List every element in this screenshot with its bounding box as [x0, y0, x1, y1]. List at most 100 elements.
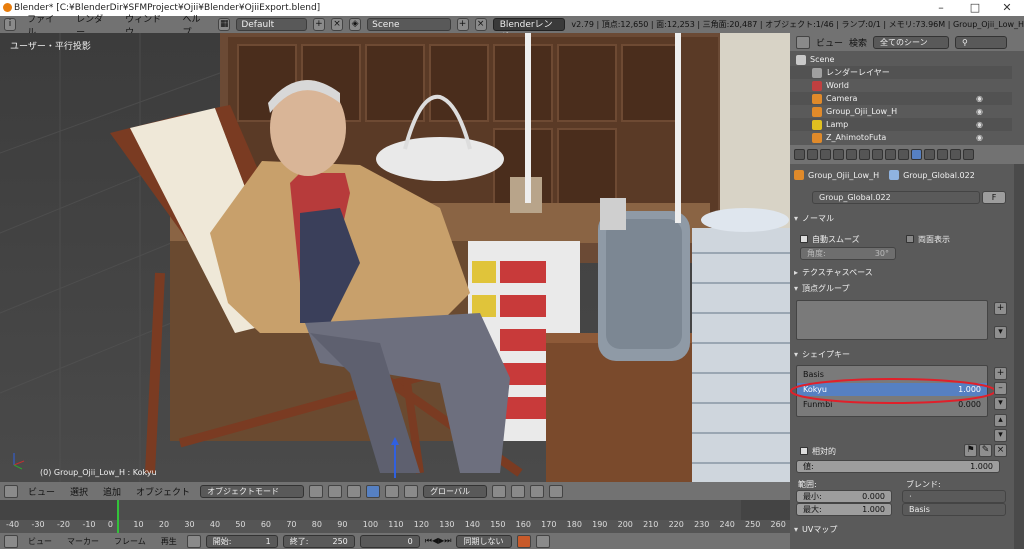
scene-selector[interactable]: Scene	[367, 18, 451, 31]
mesh-name-field[interactable]: Group_Global.022	[812, 191, 980, 204]
menu-playback[interactable]: 再生	[156, 536, 182, 547]
outliner-editor-icon[interactable]	[796, 35, 810, 49]
manipulator-icon[interactable]	[347, 484, 362, 498]
properties-tab[interactable]	[833, 149, 844, 160]
timeline[interactable]: -40 -30 -20 -10 0 10 20 30 40 50 60 70 80 90 100 110 120…	[0, 500, 790, 533]
orientation-selector[interactable]: グローバル	[423, 484, 488, 498]
shape-key-down-button[interactable]: ▾	[994, 429, 1007, 442]
menu-view[interactable]: ビュー	[23, 485, 60, 498]
minimize-button[interactable]: –	[924, 0, 958, 16]
outliner-view-menu[interactable]: ビュー	[816, 36, 843, 49]
properties-tab[interactable]	[794, 149, 805, 160]
texture-space-section[interactable]: ▸ テクスチャスペース	[794, 265, 1010, 279]
properties-tab[interactable]	[937, 149, 948, 160]
shape-key-menu-button[interactable]: ▾	[994, 397, 1007, 410]
relative-key-field[interactable]: Basis	[902, 503, 1006, 516]
outliner-search-input[interactable]: ⚲	[955, 35, 1008, 49]
layout-remove-button[interactable]: ×	[330, 18, 344, 31]
fake-user-button[interactable]: F	[982, 191, 1006, 204]
visibility-eye-icon[interactable]: ◉	[976, 94, 983, 103]
properties-tab[interactable]	[885, 149, 896, 160]
playback-controls[interactable]: ⏮◀▶⏭	[425, 536, 452, 546]
snap-icon[interactable]	[549, 484, 564, 498]
properties-tab[interactable]	[911, 149, 922, 160]
properties-tab[interactable]	[846, 149, 857, 160]
current-frame-cursor[interactable]	[117, 500, 119, 533]
outliner-item[interactable]: Z_AhimotoFuta ◉	[790, 131, 1012, 144]
editor-type-icon[interactable]	[4, 484, 18, 498]
menu-marker[interactable]: マーカー	[62, 536, 104, 547]
outliner-item[interactable]: Scene	[790, 53, 1012, 66]
layout-selector[interactable]: Default	[236, 18, 307, 31]
pin-icon[interactable]: ⚑	[964, 444, 977, 457]
shape-keys-section[interactable]: ▾ シェイプキー	[794, 347, 1010, 361]
slider-min-field[interactable]: 最小: 0.000	[796, 490, 892, 503]
menu-select[interactable]: 選択	[65, 485, 93, 498]
visibility-eye-icon[interactable]: ◉	[976, 120, 983, 129]
properties-tab[interactable]	[807, 149, 818, 160]
layers-icon[interactable]	[492, 484, 507, 498]
shape-key-remove-button[interactable]: –	[994, 382, 1007, 395]
double-sided-checkbox[interactable]	[906, 235, 914, 243]
current-frame-field[interactable]: 0	[359, 534, 420, 548]
outliner-item[interactable]: World	[790, 79, 1012, 92]
properties-tab[interactable]	[872, 149, 883, 160]
menu-frame[interactable]: フレーム	[109, 536, 151, 547]
edit-mode-icon[interactable]: ✎	[979, 444, 992, 457]
translate-icon[interactable]	[366, 484, 381, 498]
pivot-icon[interactable]	[328, 484, 343, 498]
mode-selector[interactable]: オブジェクトモード	[200, 484, 305, 498]
properties-tab[interactable]	[898, 149, 909, 160]
shape-key-add-button[interactable]: +	[994, 367, 1007, 380]
rotate-icon[interactable]	[385, 484, 400, 498]
vertex-groups-section[interactable]: ▾ 頂点グループ	[794, 281, 1010, 295]
clear-weights-button[interactable]: ×	[994, 444, 1007, 457]
vertex-group-field[interactable]: ⋅	[902, 490, 1006, 503]
shading-icon[interactable]	[309, 484, 324, 498]
render-icon[interactable]	[530, 484, 545, 498]
menu-add[interactable]: 追加	[98, 485, 126, 498]
normals-section[interactable]: ▾ ノーマル	[794, 211, 1010, 225]
maximize-button[interactable]: □	[958, 0, 992, 16]
visibility-eye-icon[interactable]: ◉	[976, 133, 983, 142]
scene-add-button[interactable]: +	[456, 18, 469, 31]
close-button[interactable]: ✕	[990, 0, 1024, 16]
outliner-item[interactable]: Lamp ◉	[790, 118, 1012, 131]
render-engine-selector[interactable]: Blenderレンダー	[492, 18, 566, 43]
outliner[interactable]: Scene レンダーレイヤー World Camera ◉ Group_Ojii_Low_…	[790, 51, 1024, 145]
record-icon[interactable]	[517, 534, 532, 548]
outliner-filter-selector[interactable]: 全てのシーン	[873, 35, 950, 49]
preview-range-icon[interactable]	[186, 534, 201, 548]
outliner-item[interactable]: Camera ◉	[790, 92, 1012, 105]
timeline-editor-icon[interactable]	[4, 534, 18, 548]
uv-maps-section[interactable]: ▾ UVマップ	[794, 522, 1010, 536]
lock-icon[interactable]	[511, 484, 526, 498]
vertex-group-add-button[interactable]: +	[994, 302, 1007, 315]
layout-add-button[interactable]: +	[312, 18, 325, 31]
outliner-search-menu[interactable]: 検索	[849, 36, 867, 49]
shape-value-field[interactable]: 値: 1.000	[796, 460, 1000, 473]
slider-max-field[interactable]: 最大: 1.000	[796, 503, 892, 516]
properties-tab[interactable]	[859, 149, 870, 160]
start-frame-field[interactable]: 開始: 1	[205, 534, 278, 548]
layout-icon[interactable]: ▦	[218, 18, 231, 31]
vertex-groups-list[interactable]	[796, 300, 988, 340]
menu-tl-view[interactable]: ビュー	[23, 536, 57, 547]
auto-smooth-checkbox[interactable]	[800, 235, 808, 243]
keying-set-icon[interactable]	[536, 534, 551, 548]
angle-field[interactable]: 角度: 30°	[800, 247, 896, 260]
shape-key-up-button[interactable]: ▴	[994, 414, 1007, 427]
3d-viewport[interactable]: ユーザー・平行投影 (0) Group_Ojii_Low_H : Kokyu	[0, 33, 790, 482]
scale-icon[interactable]	[404, 484, 419, 498]
properties-scrollbar[interactable]	[1014, 164, 1024, 549]
properties-tab[interactable]	[950, 149, 961, 160]
menu-object[interactable]: オブジェクト	[131, 485, 195, 498]
sync-selector[interactable]: 同期しない	[456, 534, 513, 548]
end-frame-field[interactable]: 終了: 250	[282, 534, 355, 548]
outliner-item[interactable]: レンダーレイヤー	[790, 66, 1012, 79]
relative-checkbox[interactable]	[800, 447, 808, 455]
scene-remove-button[interactable]: ×	[474, 18, 487, 31]
properties-tab[interactable]	[924, 149, 935, 160]
outliner-item[interactable]: Group_Ojii_Low_H ◉	[790, 105, 1012, 118]
properties-tab[interactable]	[820, 149, 831, 160]
